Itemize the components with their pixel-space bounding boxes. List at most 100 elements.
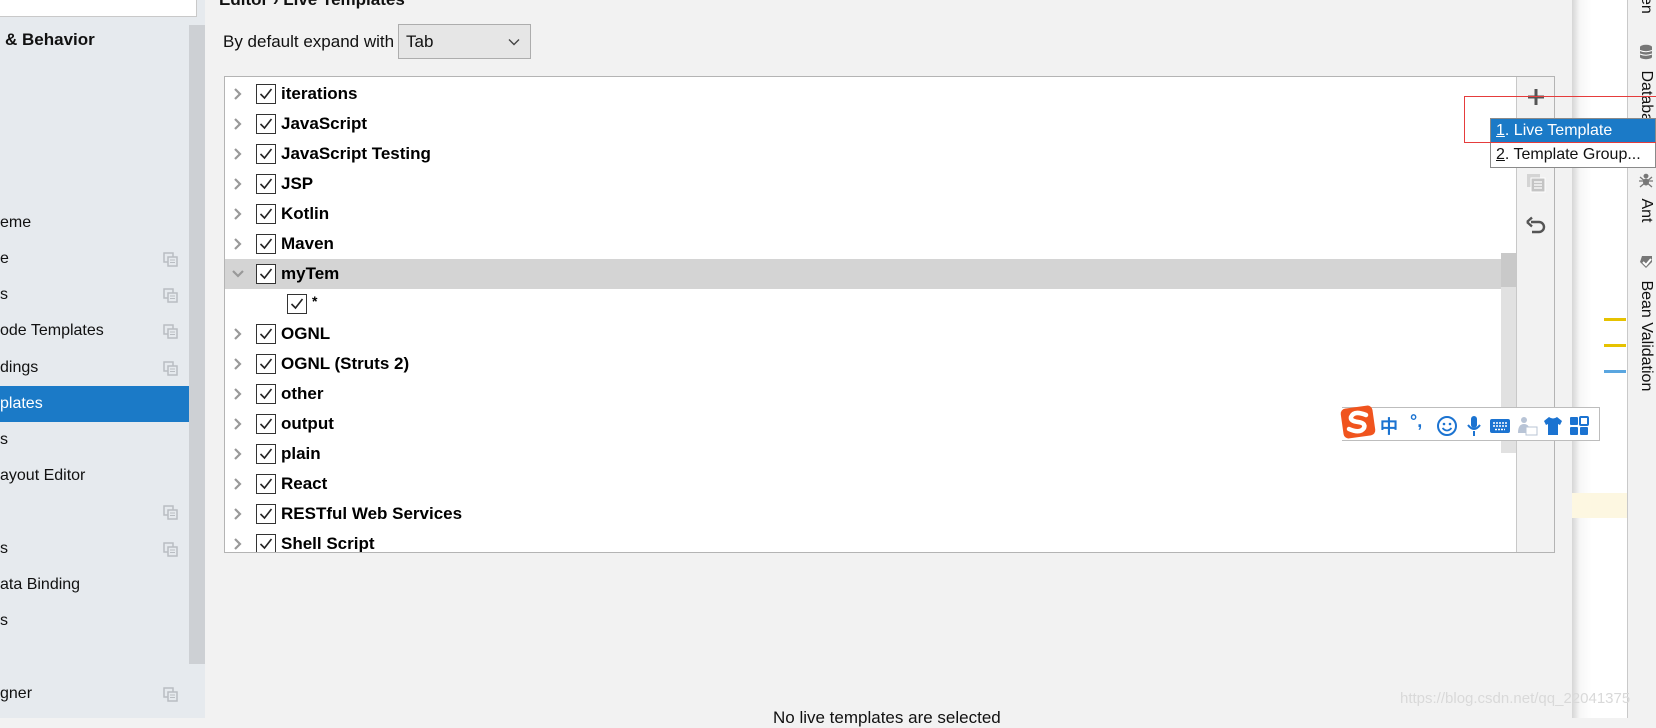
plus-icon[interactable]: [1524, 85, 1548, 109]
copy-icon[interactable]: [1524, 171, 1548, 195]
sogou-logo-icon[interactable]: [1340, 404, 1376, 440]
no-selection-message: No live templates are selected: [773, 708, 1001, 727]
sidebar-item-label: plates: [0, 395, 43, 412]
expand-with-select[interactable]: Tab: [398, 24, 531, 59]
marker-info[interactable]: [1604, 370, 1626, 373]
tool-window-maven-label: en: [1638, 0, 1655, 14]
template-checkbox[interactable]: [256, 144, 276, 164]
template-checkbox[interactable]: [256, 234, 276, 254]
sidebar-section-appearance-behavior[interactable]: & Behavior: [5, 30, 95, 50]
sidebar-item[interactable]: ata Binding: [0, 567, 189, 603]
scrollbar-thumb[interactable]: [1501, 253, 1516, 287]
marker-warning[interactable]: [1604, 344, 1626, 347]
sidebar-item[interactable]: s: [0, 603, 189, 639]
sidebar-item[interactable]: s: [0, 531, 189, 567]
template-group-row[interactable]: Kotlin: [225, 199, 1516, 229]
chevron-down-icon[interactable]: [231, 267, 245, 281]
template-group-row[interactable]: React: [225, 469, 1516, 499]
template-label: React: [281, 474, 328, 493]
chevron-right-icon[interactable]: [231, 387, 245, 401]
checkmark-icon: [259, 508, 273, 520]
keyboard-icon[interactable]: [1489, 415, 1511, 437]
template-row[interactable]: *: [225, 289, 1516, 319]
template-checkbox[interactable]: [256, 264, 276, 284]
menu-item-live-template[interactable]: 1. Live Template: [1491, 119, 1655, 143]
template-checkbox[interactable]: [256, 534, 276, 552]
chevron-right-icon[interactable]: [231, 447, 245, 461]
template-checkbox[interactable]: [256, 444, 276, 464]
settings-search-input[interactable]: [0, 0, 197, 17]
tool-window-ant[interactable]: Ant: [1631, 172, 1655, 222]
template-group-row[interactable]: JavaScript Testing: [225, 139, 1516, 169]
ime-punctuation-toggle[interactable]: °,: [1410, 411, 1432, 433]
template-group-row[interactable]: Maven: [225, 229, 1516, 259]
chevron-right-icon[interactable]: [231, 87, 245, 101]
breadcrumb: Editor › Live Templates: [219, 0, 405, 10]
menu-item-mnemonic: 2: [1496, 146, 1505, 163]
sidebar-item[interactable]: eme: [0, 205, 189, 241]
sidebar-item[interactable]: dings: [0, 350, 189, 386]
chevron-right-icon[interactable]: [231, 357, 245, 371]
template-group-row[interactable]: other: [225, 379, 1516, 409]
template-checkbox[interactable]: [256, 114, 276, 134]
template-checkbox[interactable]: [256, 474, 276, 494]
marker-warning[interactable]: [1604, 318, 1626, 321]
sidebar-item-label: s: [0, 540, 8, 557]
menu-item-template-group[interactable]: 2. Template Group...: [1491, 143, 1655, 167]
chevron-right-icon[interactable]: [231, 537, 245, 551]
chevron-right-icon[interactable]: [231, 417, 245, 431]
toolbox-icon[interactable]: [1568, 415, 1590, 437]
chevron-right-icon[interactable]: [231, 237, 245, 251]
ime-language-toggle[interactable]: 中: [1380, 413, 1402, 437]
tool-window-bean-validation[interactable]: Bean Validation: [1631, 254, 1655, 391]
template-group-row[interactable]: iterations: [225, 79, 1516, 109]
microphone-icon[interactable]: [1463, 415, 1485, 437]
template-checkbox[interactable]: [256, 384, 276, 404]
template-group-row[interactable]: JSP: [225, 169, 1516, 199]
checkmark-icon: [259, 88, 273, 100]
sidebar-scrollbar[interactable]: [189, 25, 205, 666]
tool-window-maven[interactable]: en: [1631, 0, 1655, 14]
template-group-row[interactable]: OGNL (Struts 2): [225, 349, 1516, 379]
template-group-row[interactable]: OGNL: [225, 319, 1516, 349]
sidebar-item[interactable]: ayout Editor: [0, 458, 189, 494]
template-checkbox[interactable]: [256, 174, 276, 194]
user-center-icon[interactable]: [1516, 415, 1538, 437]
emoji-icon[interactable]: [1436, 415, 1458, 437]
checkmark-icon: [259, 358, 273, 370]
template-group-row[interactable]: plain: [225, 439, 1516, 469]
template-checkbox[interactable]: [287, 294, 307, 314]
template-group-row[interactable]: output: [225, 409, 1516, 439]
sidebar-item[interactable]: s: [0, 422, 189, 458]
sidebar-item[interactable]: ode Templates: [0, 313, 189, 349]
template-label: OGNL: [281, 324, 331, 343]
chevron-right-icon[interactable]: [231, 117, 245, 131]
chevron-right-icon[interactable]: [231, 507, 245, 521]
sidebar-item[interactable]: gner: [0, 676, 189, 712]
sidebar-item[interactable]: e: [0, 241, 189, 277]
chevron-right-icon[interactable]: [231, 147, 245, 161]
template-group-row[interactable]: Shell Script: [225, 529, 1516, 552]
current-line-highlight: [1572, 493, 1627, 518]
template-group-row[interactable]: RESTful Web Services: [225, 499, 1516, 529]
template-checkbox[interactable]: [256, 324, 276, 344]
sidebar-item[interactable]: s: [0, 277, 189, 313]
expand-with-value: Tab: [406, 32, 434, 51]
sidebar-item[interactable]: plates: [0, 386, 205, 422]
template-checkbox[interactable]: [256, 84, 276, 104]
chevron-right-icon[interactable]: [231, 477, 245, 491]
sidebar-item-label: s: [0, 431, 8, 448]
template-label: *: [312, 293, 318, 309]
sidebar-item[interactable]: [0, 494, 189, 530]
undo-icon[interactable]: [1524, 213, 1548, 237]
template-group-row[interactable]: JavaScript: [225, 109, 1516, 139]
template-checkbox[interactable]: [256, 204, 276, 224]
skin-icon[interactable]: [1542, 415, 1564, 437]
template-group-row[interactable]: myTem: [225, 259, 1516, 289]
chevron-right-icon[interactable]: [231, 207, 245, 221]
template-checkbox[interactable]: [256, 504, 276, 524]
template-checkbox[interactable]: [256, 354, 276, 374]
chevron-right-icon[interactable]: [231, 327, 245, 341]
template-checkbox[interactable]: [256, 414, 276, 434]
chevron-right-icon[interactable]: [231, 177, 245, 191]
